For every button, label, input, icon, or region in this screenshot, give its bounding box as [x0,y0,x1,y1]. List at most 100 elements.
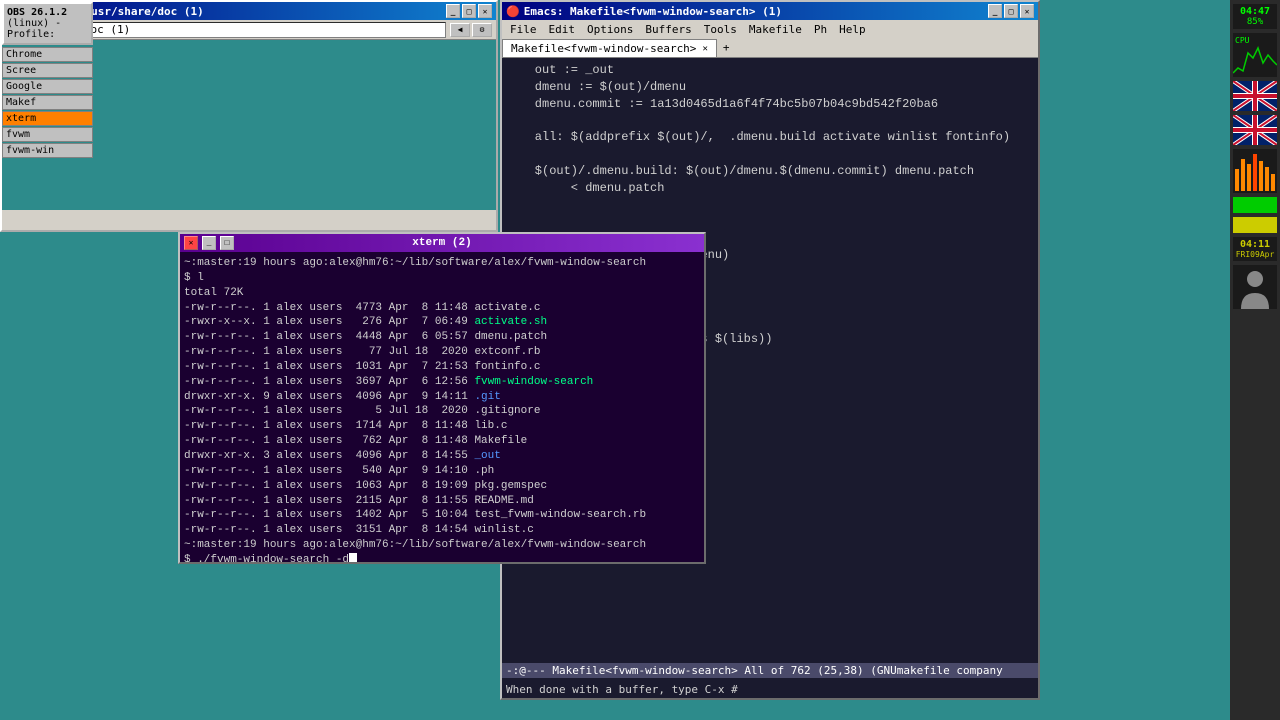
avatar-svg [1233,265,1277,309]
clock-percent: 85% [1235,17,1275,27]
code-line-2: dmenu := $(out)/dmenu [506,79,1034,96]
emacs-modeline-text: -:@--- Makefile<fvwm-window-search> All … [506,664,1003,677]
xterm-window: ✕ _ □ xterm (2) ~:master:19 hours ago:al… [178,232,706,564]
widget-cpu: CPU [1233,33,1277,77]
taskbar-item-xterm[interactable]: xterm [2,111,93,126]
widget-flag-uk2 [1233,115,1277,145]
widget-bar-chart [1233,149,1277,193]
xterm-line-18: -rw-r--r--. 1 alex users 1402 Apr 5 10:0… [184,508,700,523]
code-line-4 [506,112,1034,129]
taskbar-item-chrome[interactable]: Chrome [2,47,93,62]
code-line-7: $(out)/.dmenu.build: $(out)/dmenu.$(dmen… [506,163,1034,180]
minimize-button[interactable]: _ [446,4,460,18]
spacefm-window-controls: _ □ ✕ [446,4,492,18]
code-line-9 [506,196,1034,213]
xterm-line-7: -rw-r--r--. 1 alex users 77 Jul 18 2020 … [184,345,700,360]
emacs-menu-ph[interactable]: Ph [810,22,831,37]
taskbar-item-google[interactable]: Google [2,79,93,94]
emacs-icon: 🔴 [506,5,520,18]
code-line-8: < dmenu.patch [506,180,1034,197]
xterm-content[interactable]: ~:master:19 hours ago:alex@hm76:~/lib/so… [180,252,704,562]
maximize-button[interactable]: □ [462,4,476,18]
emacs-title: Emacs: Makefile<fvwm-window-search> (1) [524,5,782,18]
xterm-line-2: $ l [184,271,700,286]
xterm-line-20: ~:master:19 hours ago:alex@hm76:~/lib/so… [184,538,700,553]
widget-flag-uk [1233,81,1277,111]
xterm-line-21: $ ./fvwm-window-search -d [184,553,700,562]
svg-text:CPU: CPU [1235,36,1250,45]
emacs-menu-options[interactable]: Options [583,22,637,37]
code-line-3: dmenu.commit := 1a13d0465d1a6f4f74bc5b07… [506,96,1034,113]
obs-profile: Profile: [7,29,88,40]
code-line-5: all: $(addprefix $(out)/, .dmenu.build a… [506,129,1034,146]
code-line-6 [506,146,1034,163]
xterm-line-16: -rw-r--r--. 1 alex users 1063 Apr 8 19:0… [184,479,700,494]
obs-subtitle: (linux) - [7,18,88,29]
obs-title: OBS 26.1.2 [7,7,88,18]
xterm-line-15: -rw-r--r--. 1 alex users 540 Apr 9 14:10… [184,464,700,479]
xterm-line-11: -rw-r--r--. 1 alex users 5 Jul 18 2020 .… [184,404,700,419]
xterm-maximize-button[interactable]: □ [220,236,234,250]
xterm-close-button[interactable]: ✕ [184,236,198,250]
xterm-line-4: -rw-r--r--. 1 alex users 4773 Apr 8 11:4… [184,301,700,316]
xterm-line-5: -rwxr-x--x. 1 alex users 276 Apr 7 06:49… [184,315,700,330]
cpu-chart-svg: CPU [1233,33,1277,77]
taskbar-item-scree[interactable]: Scree [2,63,93,78]
emacs-minimize-button[interactable]: _ [988,4,1002,18]
xterm-titlebar: ✕ _ □ xterm (2) [180,234,704,252]
close-button[interactable]: ✕ [478,4,492,18]
emacs-titlebar: 🔴 Emacs: Makefile<fvwm-window-search> (1… [502,2,1038,20]
widget-yellow-bar [1233,217,1277,233]
code-line-10 [506,213,1034,230]
emacs-tab-add-button[interactable]: + [717,39,736,57]
xterm-line-6: -rw-r--r--. 1 alex users 4448 Apr 6 05:5… [184,330,700,345]
emacs-menu-makefile[interactable]: Makefile [745,22,806,37]
emacs-maximize-button[interactable]: □ [1004,4,1018,18]
uk-flag-svg [1233,81,1277,111]
left-task-panel: OBS 26.1.2 (linux) - Profile: Chrome Scr… [0,0,95,720]
xterm-line-9: -rw-r--r--. 1 alex users 3697 Apr 6 12:5… [184,375,700,390]
widget-clock: 04:47 85% [1233,4,1277,29]
emacs-tab-close-icon[interactable]: ✕ [702,44,707,54]
taskbar-item-makefile[interactable]: Makef [2,95,93,110]
clock2-time: 04:11 [1235,239,1275,250]
widget-avatar [1233,265,1277,309]
emacs-menu-file[interactable]: File [506,22,541,37]
xterm-title: xterm (2) [412,237,471,249]
xterm-line-10: drwxr-xr-x. 9 alex users 4096 Apr 9 14:1… [184,390,700,405]
emacs-modeline: -:@--- Makefile<fvwm-window-search> All … [502,663,1038,678]
xterm-line-17: -rw-r--r--. 1 alex users 2115 Apr 8 11:5… [184,494,700,509]
xterm-line-3: total 72K [184,286,700,301]
taskbar-item-fvwm-win[interactable]: fvwm-win [2,143,93,158]
xterm-minimize-button[interactable]: _ [202,236,216,250]
xterm-line-19: -rw-r--r--. 1 alex users 3151 Apr 8 14:5… [184,523,700,538]
taskbar-item-fvwm[interactable]: fvwm [2,127,93,142]
obs-panel: OBS 26.1.2 (linux) - Profile: [2,2,93,45]
xterm-line-8: -rw-r--r--. 1 alex users 1031 Apr 7 21:5… [184,360,700,375]
clock2-date: FRI09Apr [1235,250,1275,259]
emacs-menu-buffers[interactable]: Buffers [641,22,695,37]
emacs-tab-label: Makefile<fvwm-window-search> [511,42,696,55]
emacs-close-button[interactable]: ✕ [1020,4,1034,18]
emacs-tabs: Makefile<fvwm-window-search> ✕ + [502,39,1038,58]
emacs-minibuffer-text: When done with a buffer, type C-x # [506,683,738,696]
cursor [349,553,357,562]
emacs-menu-tools[interactable]: Tools [700,22,741,37]
widget-clock2: 04:11 FRI09Apr [1233,237,1277,261]
xterm-line-13: -rw-r--r--. 1 alex users 762 Apr 8 11:48… [184,434,700,449]
code-line-1: out := _out [506,62,1034,79]
emacs-menu-edit[interactable]: Edit [545,22,580,37]
fm-settings-button[interactable]: ⚙ [472,23,492,37]
xterm-line-12: -rw-r--r--. 1 alex users 1714 Apr 8 11:4… [184,419,700,434]
xterm-line-1: ~:master:19 hours ago:alex@hm76:~/lib/so… [184,256,700,271]
xterm-line-14: drwxr-xr-x. 3 alex users 4096 Apr 8 14:5… [184,449,700,464]
widget-green-bar [1233,197,1277,213]
emacs-window-controls: _ □ ✕ [988,4,1034,18]
emacs-tab-makefile[interactable]: Makefile<fvwm-window-search> ✕ [502,39,717,57]
uk-flag-svg2 [1233,115,1277,145]
fm-nav-button[interactable]: ◀ [450,23,470,37]
emacs-minibuffer[interactable]: When done with a buffer, type C-x # [502,681,1038,698]
emacs-menu-help[interactable]: Help [835,22,870,37]
bar-chart-svg [1233,149,1277,193]
right-widgets-panel: 04:47 85% CPU [1230,0,1280,720]
